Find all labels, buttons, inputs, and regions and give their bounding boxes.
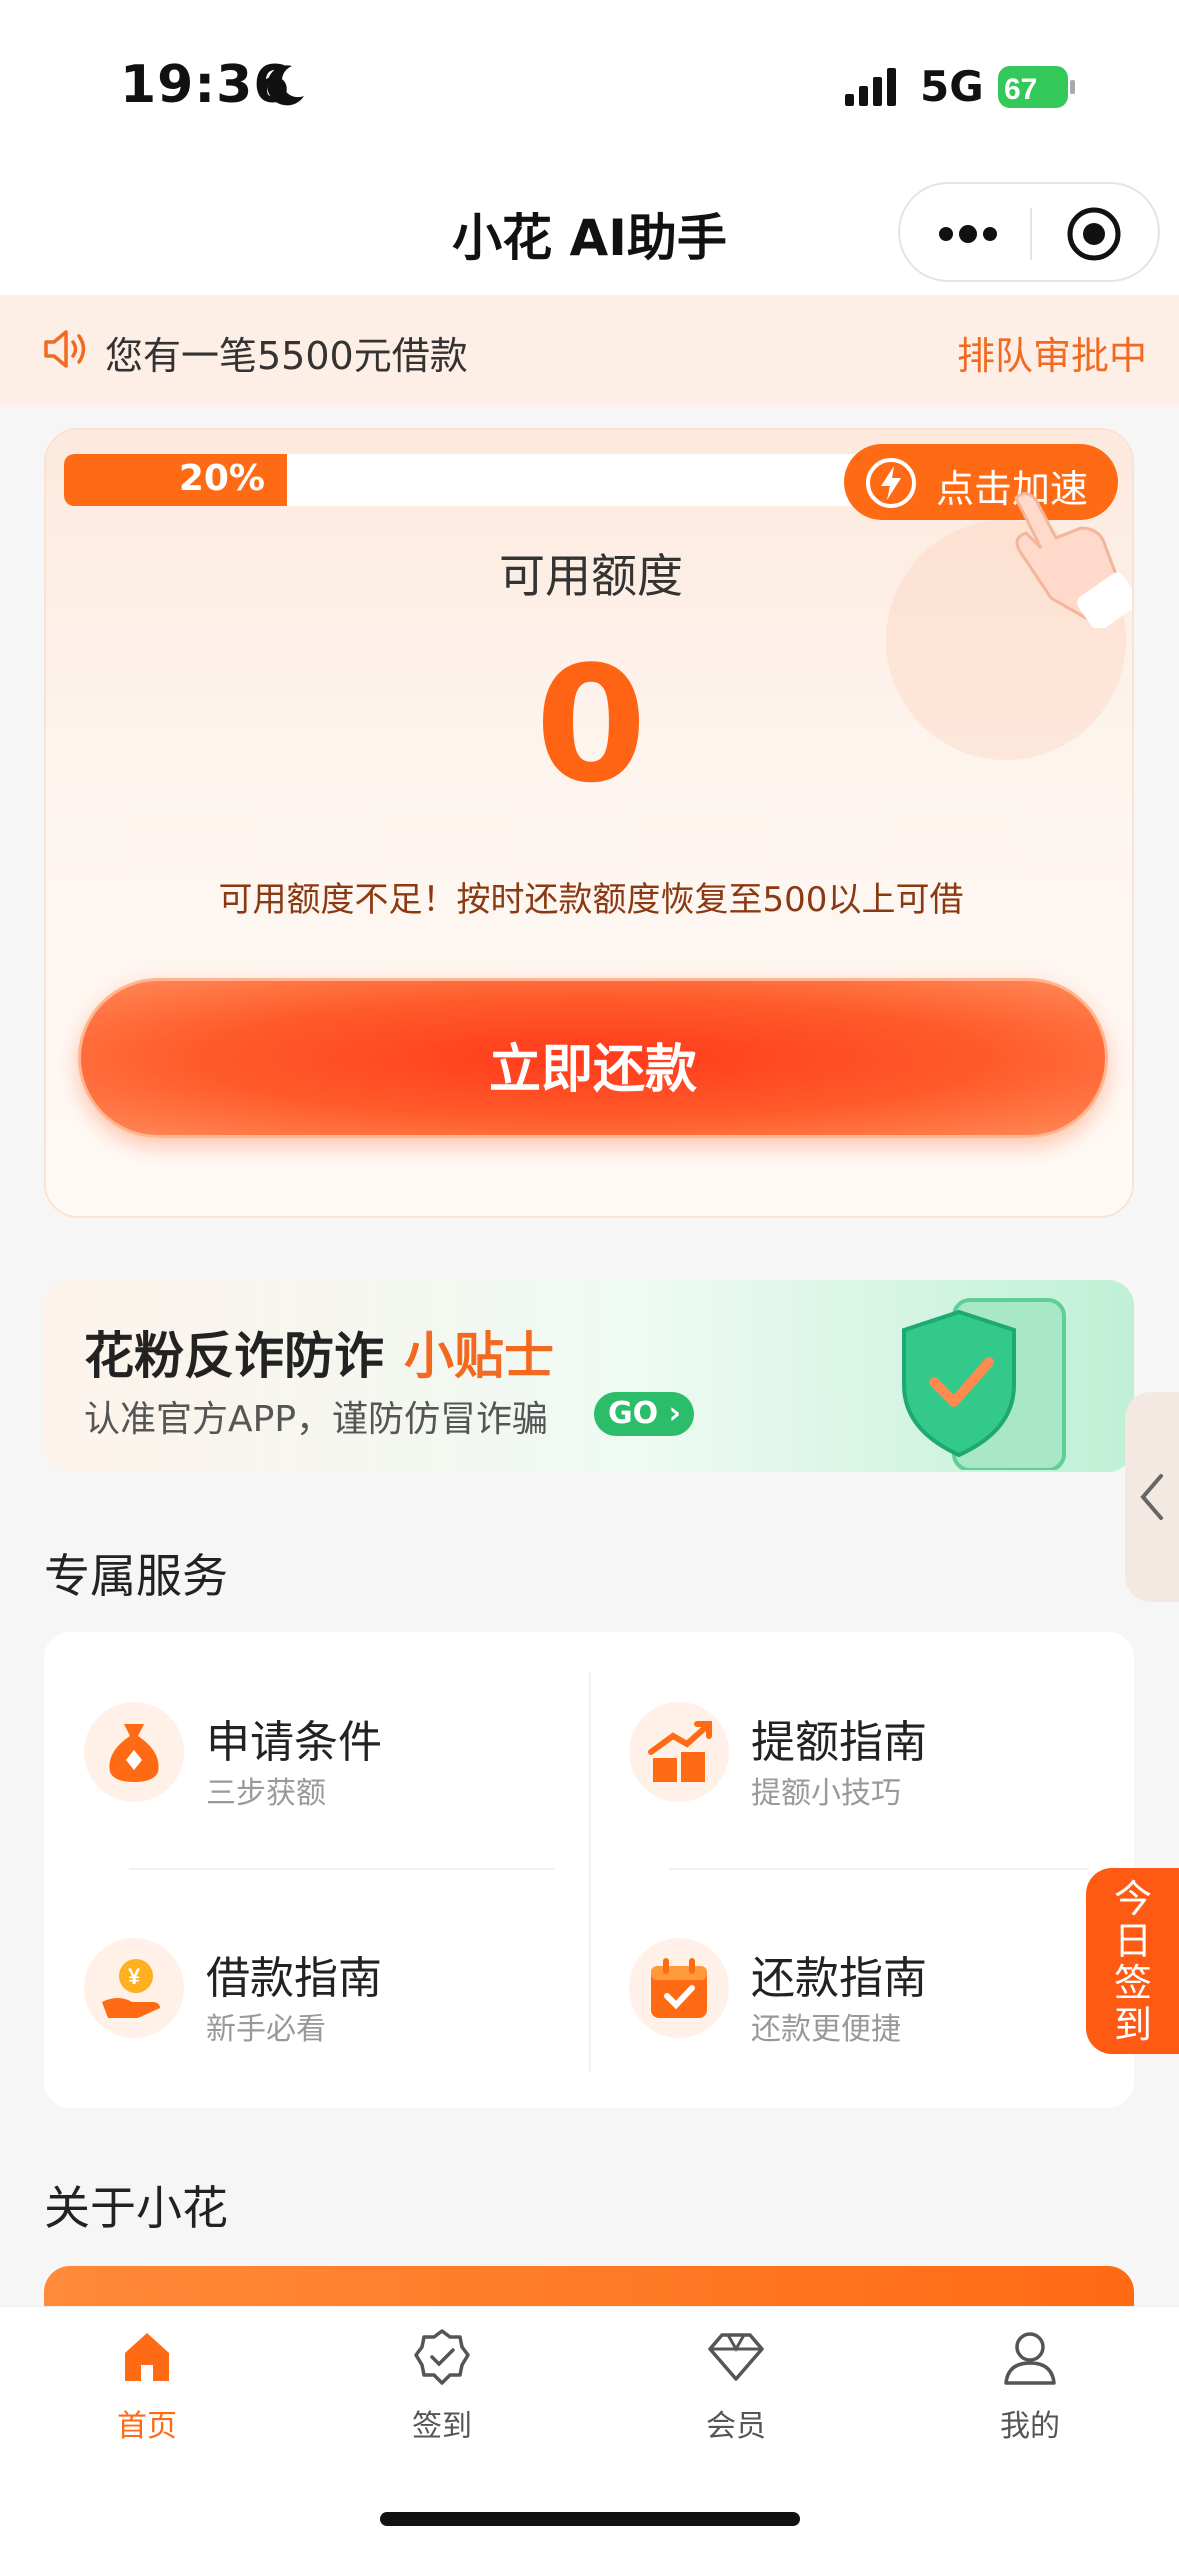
go-label: GO <box>608 1396 659 1431</box>
tab-home[interactable]: 首页 <box>47 2327 247 2447</box>
service-name: 还款指南 <box>751 1953 927 2004</box>
svg-text:¥: ¥ <box>128 1964 141 1989</box>
services-divider <box>669 1868 1089 1870</box>
notice-status[interactable]: 排队审批中 <box>957 325 1147 380</box>
fraud-banner-title: 花粉反诈防诈 <box>84 1327 384 1385</box>
speaker-icon <box>44 330 86 368</box>
available-credit-amount: 0 <box>535 631 647 818</box>
battery-level: 67 <box>1004 73 1037 106</box>
services-card: 申请条件 三步获额 提额指南 提额小技巧 ¥ 借款指南 新手必看 还款指南 还款… <box>44 1632 1134 2108</box>
progress-label: 20% <box>178 458 265 499</box>
service-desc: 还款更便捷 <box>751 2012 901 2047</box>
miniprogram-capsule <box>898 182 1160 282</box>
services-divider <box>129 1868 554 1870</box>
more-icon[interactable] <box>938 220 998 248</box>
app-screen: 19:36 5G 67 小花 AI助手 您有一笔5500元借款 排队审批中 20… <box>0 0 1179 2556</box>
service-name: 借款指南 <box>206 1953 382 2004</box>
tab-label: 会员 <box>706 2409 766 2444</box>
fraud-banner-highlight: 小贴士 <box>404 1327 554 1385</box>
go-button[interactable]: GO › <box>594 1392 694 1436</box>
repay-now-label: 立即还款 <box>488 1040 697 1100</box>
service-loan-guide[interactable]: ¥ 借款指南 新手必看 <box>84 1918 584 2058</box>
repay-now-button[interactable]: 立即还款 <box>78 978 1108 1138</box>
about-section-title: 关于小花 <box>44 2181 228 2235</box>
tab-member[interactable]: 会员 <box>636 2327 836 2447</box>
diamond-icon <box>708 2333 764 2381</box>
network-type: 5G <box>920 62 984 111</box>
tab-checkin[interactable]: 签到 <box>342 2327 542 2447</box>
capsule-divider <box>1030 208 1032 260</box>
service-repay-guide[interactable]: 还款指南 还款更便捷 <box>629 1918 1129 2058</box>
service-desc: 提额小技巧 <box>751 1776 901 1811</box>
anti-fraud-banner[interactable]: 花粉反诈防诈 小贴士 认准官方APP，谨防仿冒诈骗 GO › <box>44 1280 1134 1472</box>
credit-hint-text: 可用额度不足！按时还款额度恢复至500以上可借 <box>218 880 964 920</box>
battery-icon: 67 <box>998 66 1075 108</box>
status-bar: 19:36 5G 67 <box>0 0 1179 170</box>
lightning-icon <box>866 458 916 508</box>
tab-mine[interactable]: 我的 <box>930 2327 1130 2447</box>
calendar-check-icon <box>629 1938 729 2038</box>
service-name: 申请条件 <box>206 1717 382 1768</box>
credit-card: 20% 点击加速 可用额度 0 可用额度不足！按时还款额度恢复至500以上可借 … <box>44 428 1134 1218</box>
notice-message: 您有一笔5500元借款 <box>105 334 468 378</box>
moon-icon <box>267 65 304 106</box>
loan-notice-bar[interactable]: 您有一笔5500元借款 排队审批中 <box>0 295 1179 405</box>
tab-label: 签到 <box>412 2409 472 2444</box>
available-credit-label: 可用额度 <box>499 549 683 603</box>
close-target-icon[interactable] <box>1066 206 1122 262</box>
fraud-banner-subtitle: 认准官方APP，谨防仿冒诈骗 <box>84 1399 549 1440</box>
shield-phone-icon <box>902 1298 1066 1470</box>
signal-icon <box>845 68 896 106</box>
checkin-badge-icon <box>414 2329 470 2385</box>
money-bag-icon <box>84 1702 184 1802</box>
home-indicator <box>380 2512 800 2526</box>
yuan-coin-hand-icon: ¥ <box>84 1938 184 2038</box>
user-icon <box>1004 2332 1056 2385</box>
chevron-left-icon <box>1140 1474 1163 1520</box>
side-drawer-tab[interactable] <box>1125 1392 1179 1602</box>
growth-chart-icon <box>629 1702 729 1802</box>
service-limit-guide[interactable]: 提额指南 提额小技巧 <box>629 1682 1129 1822</box>
service-name: 提额指南 <box>751 1717 927 1768</box>
services-section-title: 专属服务 <box>44 1549 228 1603</box>
service-desc: 新手必看 <box>206 2012 326 2047</box>
services-divider-vertical <box>589 1672 591 2072</box>
checkin-label: 今日签到 <box>1113 1877 1152 2047</box>
daily-checkin-float[interactable]: 今日签到 <box>1086 1868 1179 2054</box>
tab-label: 我的 <box>1000 2409 1060 2444</box>
home-icon <box>125 2333 169 2381</box>
tab-label: 首页 <box>117 2409 177 2444</box>
nav-bar: 小花 AI助手 <box>0 170 1179 295</box>
service-apply-conditions[interactable]: 申请条件 三步获额 <box>84 1682 584 1822</box>
approval-progress-bar: 20% <box>64 454 884 506</box>
service-desc: 三步获额 <box>206 1776 326 1811</box>
